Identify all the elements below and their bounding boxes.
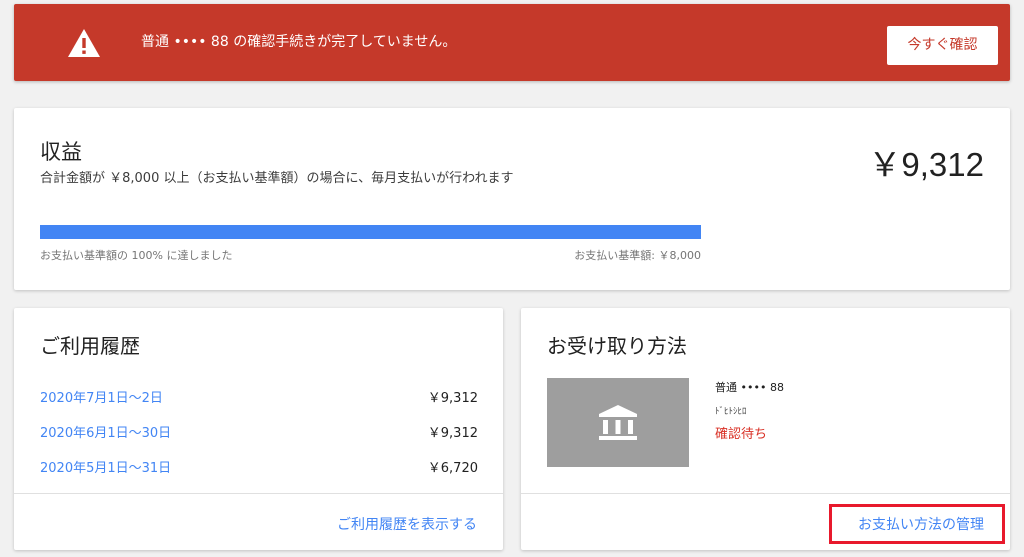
account-holder: ﾄﾞﾋﾄｼﾋﾛ (715, 407, 747, 417)
history-amount: ￥9,312 (427, 426, 478, 441)
earnings-title: 収益 (40, 140, 82, 164)
verify-now-button[interactable]: 今すぐ確認 (887, 26, 998, 65)
payment-title: お受け取り方法 (547, 334, 687, 358)
history-title: ご利用履歴 (40, 334, 140, 358)
card-divider (521, 493, 1010, 494)
history-period-link[interactable]: 2020年7月1日〜2日 (40, 391, 163, 406)
history-amount: ￥6,720 (427, 461, 478, 476)
warning-icon (68, 29, 100, 57)
history-row: 2020年6月1日〜30日 ￥9,312 (40, 422, 478, 441)
history-row: 2020年7月1日〜2日 ￥9,312 (40, 387, 478, 406)
threshold-label: お支払い基準額: ￥8,000 (574, 249, 701, 262)
verification-alert-banner: 普通 •••• 88 の確認手続きが完了していません。 今すぐ確認 (14, 4, 1010, 81)
progress-label: お支払い基準額の 100% に達しました (40, 249, 233, 262)
bank-icon (599, 404, 637, 440)
payment-method-card: お受け取り方法 普通 •••• 88 ﾄﾞﾋﾄｼﾋﾛ 確認待ち お支払い方法の管… (521, 308, 1010, 550)
history-period-link[interactable]: 2020年6月1日〜30日 (40, 426, 171, 441)
bank-account-image (547, 378, 689, 467)
history-period-link[interactable]: 2020年5月1日〜31日 (40, 461, 171, 476)
usage-history-card: ご利用履歴 2020年7月1日〜2日 ￥9,312 2020年6月1日〜30日 … (14, 308, 503, 550)
account-number: 普通 •••• 88 (715, 381, 784, 394)
progress-fill (40, 225, 701, 239)
earnings-card: 収益 合計金額が ￥8,000 以上（お支払い基準額）の場合に、毎月支払いが行わ… (14, 108, 1010, 290)
verification-status: 確認待ち (715, 427, 768, 442)
history-amount: ￥9,312 (427, 391, 478, 406)
card-divider (14, 493, 503, 494)
manage-payment-methods-link[interactable]: お支払い方法の管理 (858, 514, 984, 534)
alert-message: 普通 •••• 88 の確認手続きが完了していません。 (141, 34, 457, 50)
earnings-amount: ￥9,312 (868, 146, 984, 183)
history-row: 2020年5月1日〜31日 ￥6,720 (40, 457, 478, 476)
view-history-link[interactable]: ご利用履歴を表示する (337, 514, 477, 534)
earnings-description: 合計金額が ￥8,000 以上（お支払い基準額）の場合に、毎月支払いが行われます (40, 171, 514, 186)
payment-threshold-progress-bar (40, 225, 701, 239)
